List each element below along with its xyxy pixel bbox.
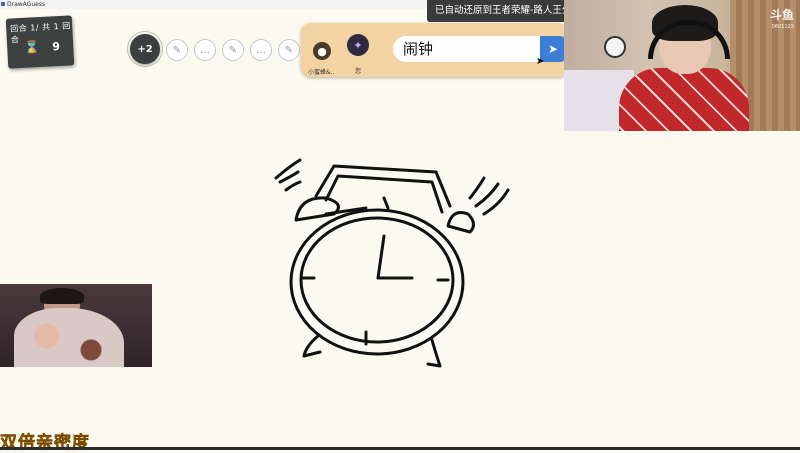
minute-hand [376, 234, 386, 280]
clock-foot [426, 338, 442, 368]
sound-line [274, 158, 302, 180]
bell-left [294, 196, 340, 222]
clock-handle [314, 164, 452, 208]
sound-line [482, 188, 510, 216]
bell-right [446, 211, 475, 234]
clock-foot [302, 334, 322, 358]
sound-line [468, 176, 486, 200]
alarm-clock-drawing [274, 158, 510, 368]
sound-line [284, 180, 302, 192]
bell-knob [382, 196, 390, 210]
clock-handle [324, 174, 444, 214]
clock-face-outer [289, 208, 465, 356]
clock-face-inner [299, 216, 455, 344]
